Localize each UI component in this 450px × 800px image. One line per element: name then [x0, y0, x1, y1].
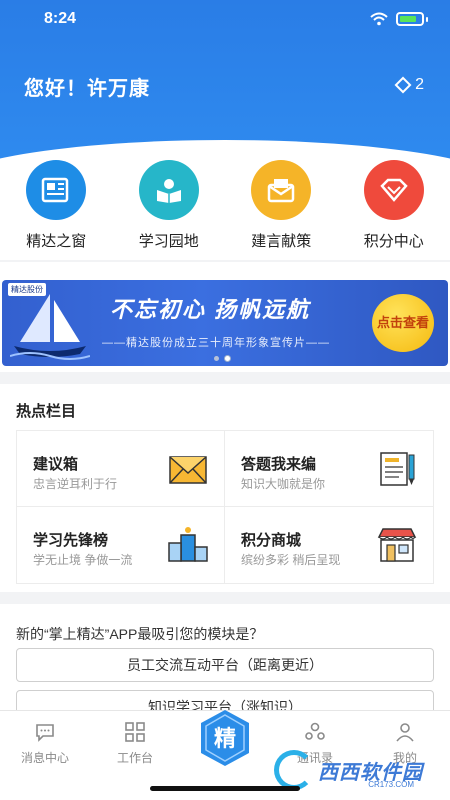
diamond-icon [363, 160, 424, 220]
shop-icon [377, 528, 417, 562]
status-bar: 8:24 [0, 0, 450, 40]
grid-icon [125, 722, 145, 742]
points-value: 2 [415, 76, 424, 93]
sailboat-icon [10, 294, 90, 360]
envelope-icon [251, 160, 312, 220]
hot-item-points-mall[interactable]: 积分商城 缤纷多彩 稍后呈现 [225, 507, 433, 583]
wifi-icon [370, 12, 388, 26]
mail-icon [169, 456, 207, 484]
contacts-icon [305, 722, 325, 740]
home-indicator[interactable] [150, 786, 300, 791]
carousel-dot-active[interactable] [225, 356, 230, 361]
hot-item-quiz-editor[interactable]: 答题我来编 知识大咖就是你 [225, 431, 433, 507]
greeting-text: 您好！许万康 [24, 78, 150, 100]
hot-item-title: 建议箱 [33, 456, 79, 473]
podium-icon [168, 527, 208, 562]
quick-links: 精达之窗 学习园地 建言献策 积分中心 [0, 160, 450, 260]
hexagon-logo-icon[interactable]: 精 [198, 708, 252, 768]
banner-view-button[interactable]: 点击查看 [372, 294, 434, 352]
hot-section-title: 热点栏目 [16, 403, 77, 420]
carousel-dot[interactable] [214, 356, 219, 361]
watermark-sub: CR173.COM [368, 780, 414, 789]
battery-icon [396, 12, 424, 26]
chat-icon [36, 724, 54, 742]
quick-link-label: 学习园地 [138, 233, 199, 250]
banner-subtitle: ——精达股份成立三十周年形象宣传片—— [102, 337, 330, 349]
tab-messages[interactable]: 消息中心 [10, 721, 80, 766]
status-icons [370, 12, 428, 26]
hot-item-subtitle: 缤纷多彩 稍后呈现 [241, 553, 341, 567]
hot-item-subtitle: 忠言逆耳利于行 [33, 477, 118, 491]
center-tab-label: 精 [214, 726, 236, 752]
hot-item-title: 学习先锋榜 [33, 532, 109, 549]
survey-question: 新的“掌上精达”APP最吸引您的模块是？ [16, 626, 264, 642]
watermark-logo-icon [274, 750, 314, 790]
note-pen-icon [380, 452, 415, 486]
quick-link-window[interactable]: 精达之窗 [6, 160, 106, 260]
quick-link-label: 精达之窗 [26, 233, 87, 250]
promo-banner[interactable]: 精达股份 不忘初心 扬帆远航 ——精达股份成立三十周年形象宣传片—— 点击查看 [2, 280, 448, 366]
tab-workbench[interactable]: 工作台 [100, 721, 170, 766]
carousel-dots[interactable] [214, 356, 230, 361]
hot-item-subtitle: 知识大咖就是你 [241, 477, 326, 491]
newspaper-icon [26, 160, 87, 220]
hot-grid: 建议箱 忠言逆耳利于行 答题我来编 知识大咖就是你 学习先锋榜 学无止境 争做一… [16, 430, 434, 584]
battery-tip [426, 16, 428, 22]
hot-section: 热点栏目 建议箱 忠言逆耳利于行 答题我来编 知识大咖就是你 学习先锋榜 学无止… [0, 384, 450, 592]
quick-link-advice[interactable]: 建言献策 [231, 160, 331, 260]
survey-section: 新的“掌上精达”APP最吸引您的模块是？ 员工交流互动平台（距离更近） 知识学习… [0, 604, 450, 724]
status-time: 8:24 [44, 10, 77, 27]
quick-link-study[interactable]: 学习园地 [119, 160, 219, 260]
hot-item-title: 积分商城 [241, 532, 302, 549]
banner-title: 不忘初心 扬帆远航 [110, 297, 311, 322]
survey-option[interactable]: 员工交流互动平台（距离更近） [16, 648, 434, 682]
quick-link-label: 建言献策 [251, 233, 312, 250]
hot-item-suggestion-box[interactable]: 建议箱 忠言逆耳利于行 [17, 431, 225, 507]
points-badge[interactable]: 2 [394, 76, 424, 94]
tab-label: 消息中心 [20, 751, 69, 765]
quick-link-label: 积分中心 [363, 233, 424, 250]
reading-icon [138, 160, 199, 220]
user-icon [396, 723, 414, 742]
hot-item-leaderboard[interactable]: 学习先锋榜 学无止境 争做一流 [17, 507, 225, 583]
hot-item-subtitle: 学无止境 争做一流 [33, 553, 133, 567]
hot-item-title: 答题我来编 [241, 456, 317, 473]
diamond-icon [394, 76, 412, 94]
quick-link-points[interactable]: 积分中心 [344, 160, 444, 260]
tab-label: 工作台 [116, 751, 153, 765]
watermark: 西西软件园 CR173.COM [274, 748, 444, 792]
